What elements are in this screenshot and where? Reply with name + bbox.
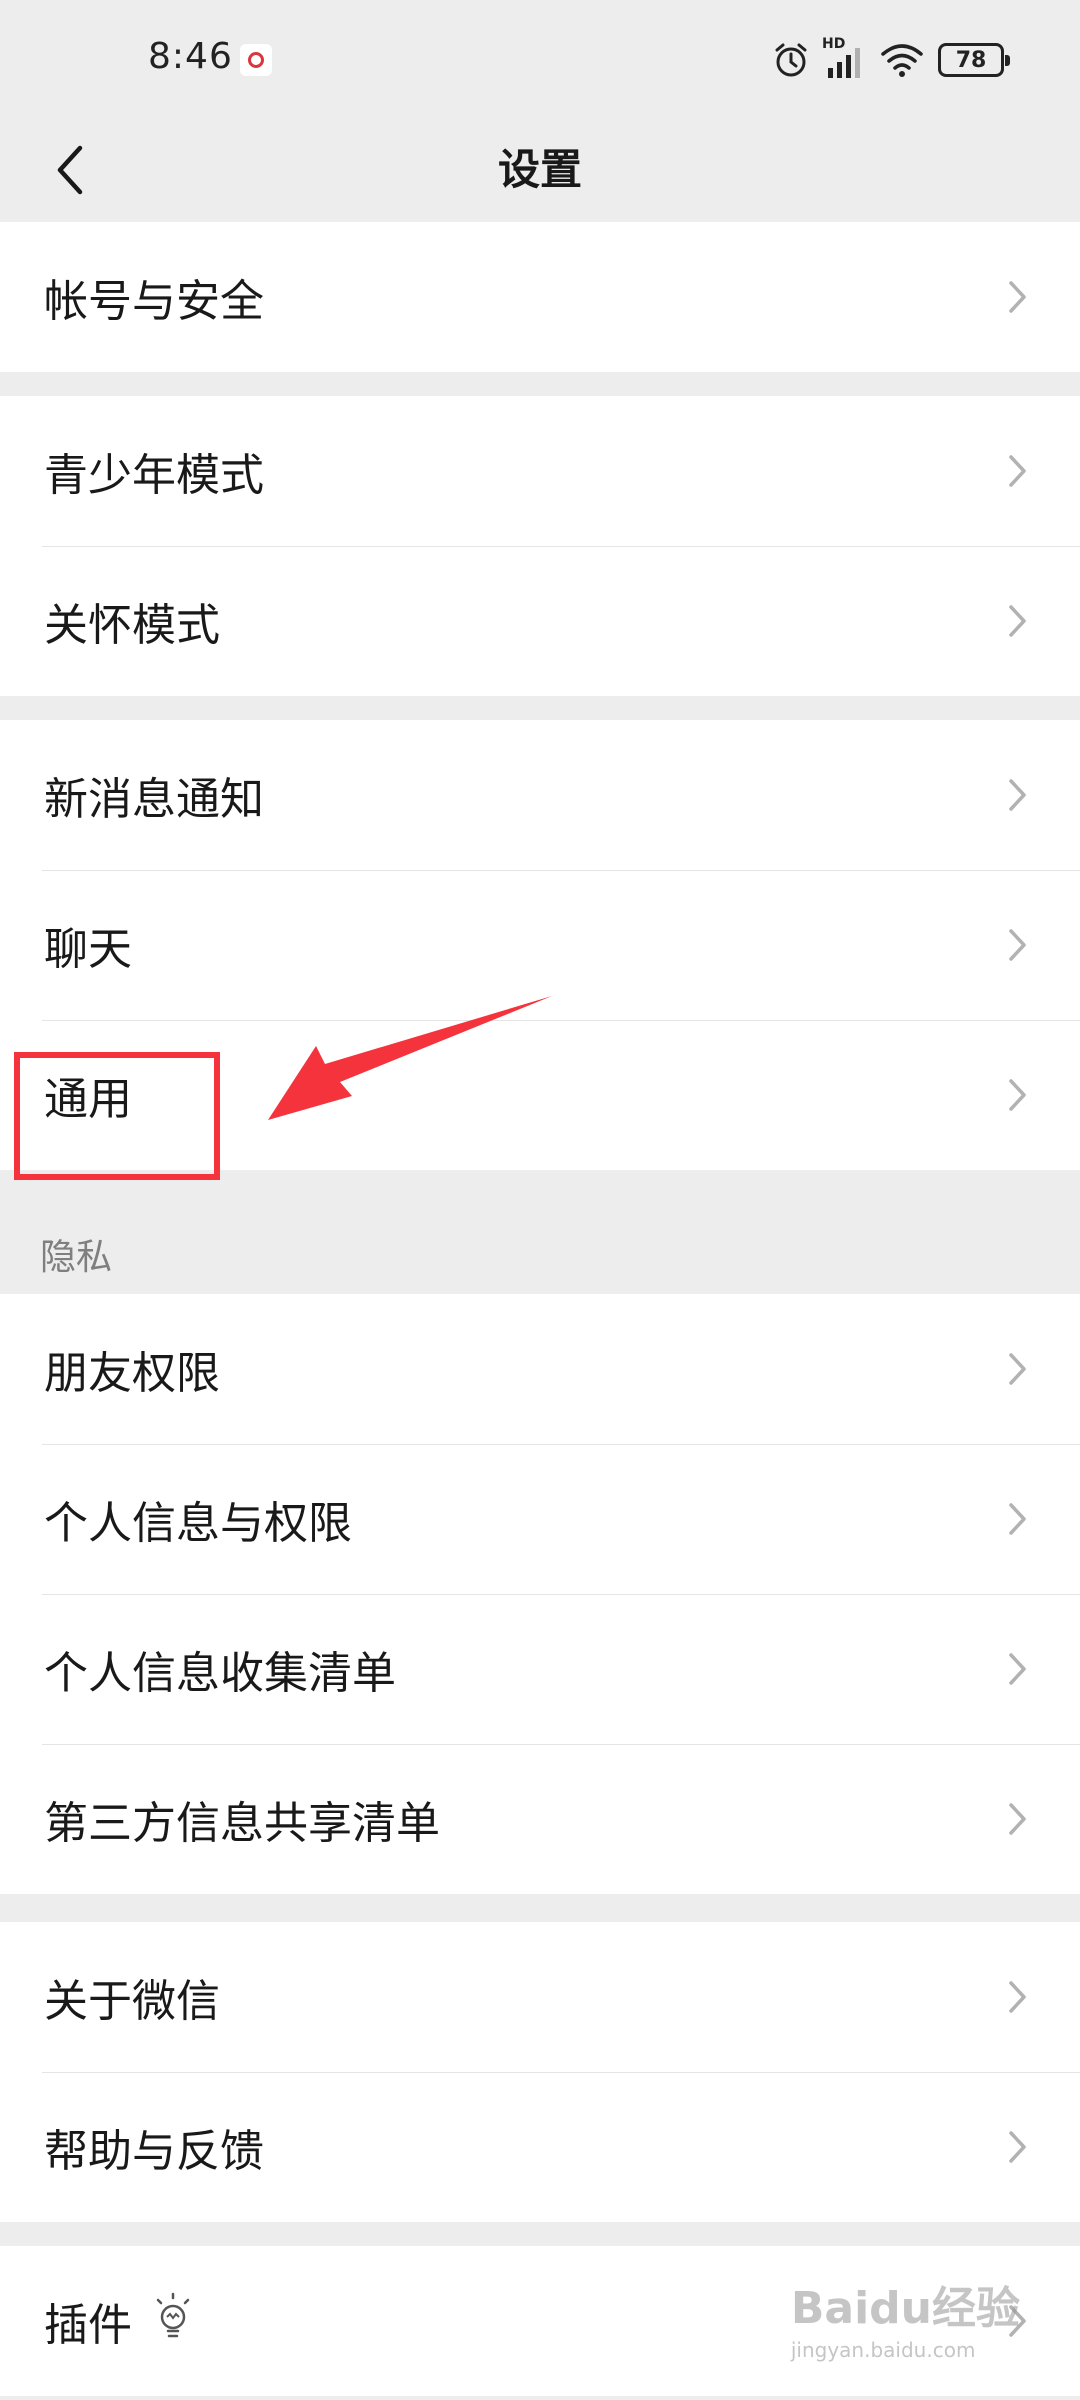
chevron-right-icon <box>1009 455 1026 487</box>
settings-item-label: 新消息通知 <box>44 774 264 825</box>
battery-level: 78 <box>955 47 987 73</box>
settings-item-label: 帐号与安全 <box>44 276 264 327</box>
settings-item-teen-mode[interactable]: 青少年模式 <box>0 396 1080 546</box>
status-icons: HD 78 <box>772 36 1010 82</box>
highlight-box <box>14 1052 220 1180</box>
settings-item-label: 插件 <box>44 2300 132 2351</box>
chevron-right-icon <box>1009 1653 1026 1685</box>
status-time: 8:46 <box>148 36 233 77</box>
settings-item-label: 个人信息收集清单 <box>44 1648 396 1699</box>
watermark: Baidu经验 jingyan.baidu.com <box>791 2272 1020 2362</box>
settings-item-about-wechat[interactable]: 关于微信 <box>0 1922 1080 2072</box>
chevron-right-icon <box>1009 1079 1026 1111</box>
notification-icon <box>240 44 272 76</box>
settings-item-label: 第三方信息共享清单 <box>44 1798 440 1849</box>
settings-item-personal-info-permissions[interactable]: 个人信息与权限 <box>0 1444 1080 1594</box>
lightbulb-icon <box>156 2292 190 2338</box>
settings-group-modes: 青少年模式 关怀模式 <box>0 396 1080 696</box>
alarm-icon <box>775 43 807 77</box>
chevron-right-icon <box>1009 281 1026 313</box>
chevron-right-icon <box>1009 2131 1026 2163</box>
settings-item-label: 聊天 <box>44 924 132 975</box>
watermark-brand: Baidu经验 <box>790 2283 1020 2334</box>
signal-icon: HD <box>822 36 866 80</box>
settings-item-friend-permissions[interactable]: 朋友权限 <box>0 1294 1080 1444</box>
settings-item-label: 青少年模式 <box>44 450 264 501</box>
settings-group-privacy: 朋友权限 个人信息与权限 个人信息收集清单 第三方信息共享清单 <box>0 1294 1080 1894</box>
wifi-icon <box>881 44 923 77</box>
settings-item-info-collection-list[interactable]: 个人信息收集清单 <box>0 1594 1080 1744</box>
settings-item-notifications[interactable]: 新消息通知 <box>0 720 1080 870</box>
watermark-url: jingyan.baidu.com <box>790 2338 976 2362</box>
chevron-right-icon <box>1009 1981 1026 2013</box>
settings-group-about: 关于微信 帮助与反馈 <box>0 1922 1080 2222</box>
settings-item-care-mode[interactable]: 关怀模式 <box>0 546 1080 696</box>
settings-item-chat[interactable]: 聊天 <box>0 870 1080 1020</box>
battery-icon: 78 <box>938 43 1010 77</box>
settings-item-account-security[interactable]: 帐号与安全 <box>0 222 1080 372</box>
settings-item-label: 关于微信 <box>44 1976 220 2027</box>
chevron-right-icon <box>1009 779 1026 811</box>
chevron-right-icon <box>1009 1353 1026 1385</box>
chevron-right-icon <box>1009 929 1026 961</box>
settings-item-label: 关怀模式 <box>44 600 220 651</box>
section-header-privacy: 隐私 <box>40 1237 113 1278</box>
chevron-right-icon <box>1009 605 1026 637</box>
settings-item-third-party-sharing-list[interactable]: 第三方信息共享清单 <box>0 1744 1080 1894</box>
chevron-right-icon <box>1009 1803 1026 1835</box>
page-title: 设置 <box>497 145 582 194</box>
settings-item-label: 帮助与反馈 <box>44 2126 264 2177</box>
status-bar: 8:46 HD 78 <box>0 0 1080 120</box>
settings-group-account: 帐号与安全 <box>0 222 1080 372</box>
chevron-right-icon <box>1009 1503 1026 1535</box>
title-bar: 设置 <box>0 120 1080 220</box>
settings-item-help-feedback[interactable]: 帮助与反馈 <box>0 2072 1080 2222</box>
settings-item-label: 朋友权限 <box>44 1348 220 1399</box>
settings-item-label: 个人信息与权限 <box>44 1498 352 1549</box>
